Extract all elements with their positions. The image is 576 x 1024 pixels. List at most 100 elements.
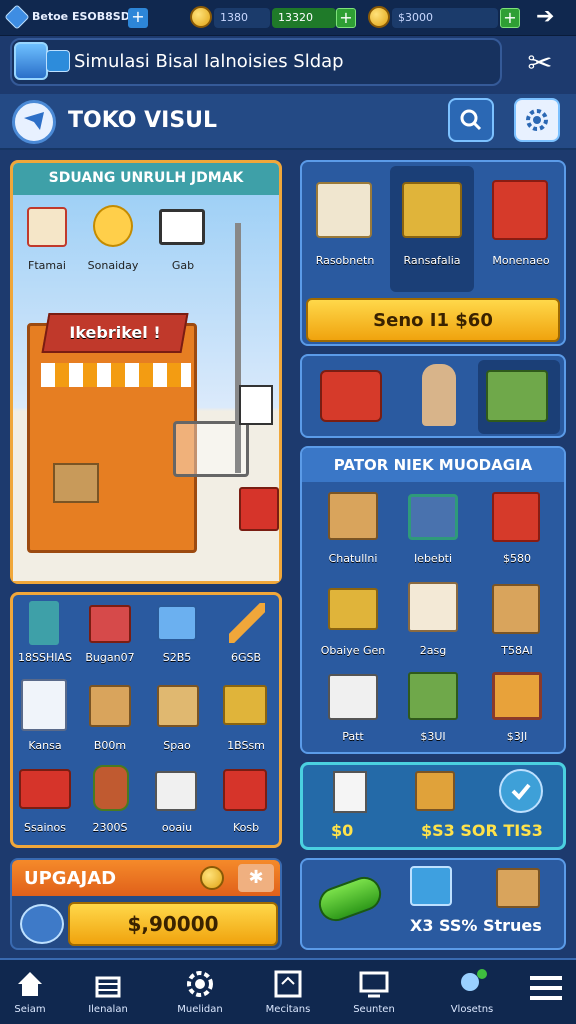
menu-board-icon[interactable] bbox=[27, 207, 67, 247]
screen-icon[interactable] bbox=[410, 866, 452, 906]
shop-app-icon bbox=[14, 42, 48, 80]
nav-frame[interactable]: Mecitans bbox=[248, 964, 328, 1022]
nav-home[interactable]: Seiam bbox=[0, 964, 70, 1022]
summary-right-value: $S3 SOR TIS3 bbox=[421, 821, 543, 840]
delivery-strip bbox=[300, 354, 566, 438]
shop-logo-icon bbox=[12, 100, 56, 144]
market-item-label: Patt bbox=[342, 730, 364, 743]
paper-stack-icon[interactable] bbox=[21, 679, 67, 731]
sun-badge-icon[interactable] bbox=[93, 205, 133, 247]
add-cash-button[interactable]: + bbox=[336, 8, 356, 28]
document-icon[interactable] bbox=[333, 771, 367, 813]
money-box-icon[interactable] bbox=[223, 685, 267, 725]
tab-label[interactable]: Monenaeo bbox=[482, 254, 560, 267]
fruit-cart-icon[interactable] bbox=[492, 672, 542, 720]
summary-panel: $0 $S3 SOR TIS3 bbox=[300, 762, 566, 850]
food-plate-icon[interactable] bbox=[316, 182, 372, 238]
crate-icon[interactable] bbox=[328, 588, 378, 630]
plant-figure-icon[interactable] bbox=[93, 765, 129, 811]
mini-item-label: Ftamai bbox=[28, 259, 66, 272]
nav-label: Mecitans bbox=[265, 1004, 311, 1015]
vegetable-crate-icon[interactable] bbox=[408, 672, 458, 720]
box-icon bbox=[53, 463, 99, 503]
settings-button[interactable] bbox=[514, 98, 560, 142]
promo-panel: X3 SS% Strues bbox=[300, 858, 566, 950]
nav-label: Seiam bbox=[14, 1004, 46, 1015]
store-building bbox=[27, 323, 197, 553]
box-stack-icon[interactable] bbox=[496, 868, 540, 908]
add-gold-button[interactable]: + bbox=[500, 8, 520, 28]
worker-icon[interactable] bbox=[422, 364, 456, 426]
package-white-icon[interactable] bbox=[155, 771, 197, 811]
market-item-label: $3JI bbox=[506, 730, 528, 743]
tab-label[interactable]: Ransafalia bbox=[392, 254, 472, 267]
arrow-right-icon[interactable]: ➔ bbox=[536, 6, 560, 28]
parcel-icon[interactable] bbox=[157, 685, 199, 727]
inventory-label: Ssainos bbox=[24, 821, 66, 834]
inventory-panel: 18SSHIAS Bugan07 S2B5 6GSB Kansa B00m Sp… bbox=[10, 592, 282, 848]
market-item-label: 2asg bbox=[419, 644, 447, 657]
delivery-cart-icon[interactable] bbox=[320, 370, 382, 422]
pencil-icon[interactable] bbox=[229, 603, 265, 643]
gear-icon bbox=[526, 109, 548, 131]
lamp-post bbox=[235, 223, 241, 473]
character-icon bbox=[461, 969, 487, 991]
nav-profile[interactable]: Vlosetns bbox=[432, 964, 512, 1022]
market-item-label: Obaiye Gen bbox=[320, 644, 386, 657]
sparkle-icon[interactable]: ✱ bbox=[238, 864, 274, 892]
gold-pill: $3000 bbox=[392, 8, 498, 28]
cardboard-box-icon[interactable] bbox=[328, 492, 378, 540]
nav-label: Muelidan bbox=[177, 1004, 223, 1015]
nav-monitor[interactable]: Seunten bbox=[334, 964, 414, 1022]
top-status-bar: Betoe ESOB8SD + 1380 13320 + $3000 + ➔ bbox=[0, 0, 576, 36]
tab-label[interactable]: Rasobnetn bbox=[306, 254, 384, 267]
app-title-bar: Simulasi Bisal Ialnoisies Sldap bbox=[10, 38, 502, 86]
appliance-icon[interactable] bbox=[328, 674, 378, 720]
coin-pill: 1380 bbox=[214, 8, 270, 28]
fruit-basket-icon[interactable] bbox=[402, 182, 462, 238]
small-crate-icon[interactable] bbox=[89, 685, 131, 727]
inventory-label: Spao bbox=[163, 739, 191, 752]
tools-icon[interactable]: ✂ bbox=[520, 44, 560, 84]
app-title: Simulasi Bisal Ialnoisies Sldap bbox=[74, 51, 344, 72]
inventory-label: 1BSsm bbox=[227, 739, 265, 752]
plus-icon[interactable]: + bbox=[128, 8, 148, 28]
inventory-label: 18SSHIAS bbox=[18, 651, 72, 664]
send-button-label: Seno I1 $60 bbox=[373, 309, 493, 331]
red-container-icon[interactable] bbox=[223, 769, 267, 811]
inventory-label: B00m bbox=[93, 739, 127, 752]
package-icon[interactable] bbox=[492, 584, 540, 634]
truck-icon[interactable] bbox=[157, 605, 197, 641]
green-tube-icon[interactable] bbox=[314, 872, 386, 926]
coin-icon-2 bbox=[368, 6, 390, 28]
home-icon bbox=[18, 972, 42, 996]
red-cabinet-icon bbox=[239, 487, 279, 531]
shopping-cart-icon[interactable] bbox=[408, 494, 458, 540]
menu-icon[interactable] bbox=[530, 972, 562, 1004]
basket-icon bbox=[95, 976, 121, 998]
gift-icon[interactable] bbox=[492, 492, 540, 542]
nav-settings[interactable]: Muelidan bbox=[160, 964, 240, 1022]
upgrade-button[interactable]: $,90000 bbox=[68, 902, 278, 946]
market-item-label: $580 bbox=[503, 552, 531, 565]
market-title: PATOR NIEK MUODAGIA bbox=[333, 456, 533, 474]
checkmark-icon[interactable] bbox=[499, 769, 543, 813]
monitor-icon[interactable] bbox=[159, 209, 205, 245]
market-item-label: T58AI bbox=[501, 644, 533, 657]
summary-left-value: $0 bbox=[331, 821, 354, 840]
upgrade-title: UPGAJAD bbox=[24, 868, 117, 889]
inventory-label: Kosb bbox=[232, 821, 260, 834]
frame-icon bbox=[274, 970, 302, 998]
newspaper-cart-icon[interactable] bbox=[408, 582, 458, 632]
red-box-icon[interactable] bbox=[89, 605, 131, 643]
fire-truck-icon[interactable] bbox=[19, 769, 71, 809]
mini-item-label: Sonaiday bbox=[87, 259, 139, 272]
search-button[interactable] bbox=[448, 98, 494, 142]
nav-label: Vlosetns bbox=[450, 1004, 494, 1015]
nav-basket[interactable]: Ilenalan bbox=[68, 964, 148, 1022]
produce-crate-icon[interactable] bbox=[486, 370, 548, 422]
price-tag-icon[interactable] bbox=[415, 771, 455, 811]
gift-box-icon[interactable] bbox=[492, 180, 548, 240]
scale-icon[interactable] bbox=[29, 601, 59, 645]
send-button[interactable]: Seno I1 $60 bbox=[306, 298, 560, 342]
